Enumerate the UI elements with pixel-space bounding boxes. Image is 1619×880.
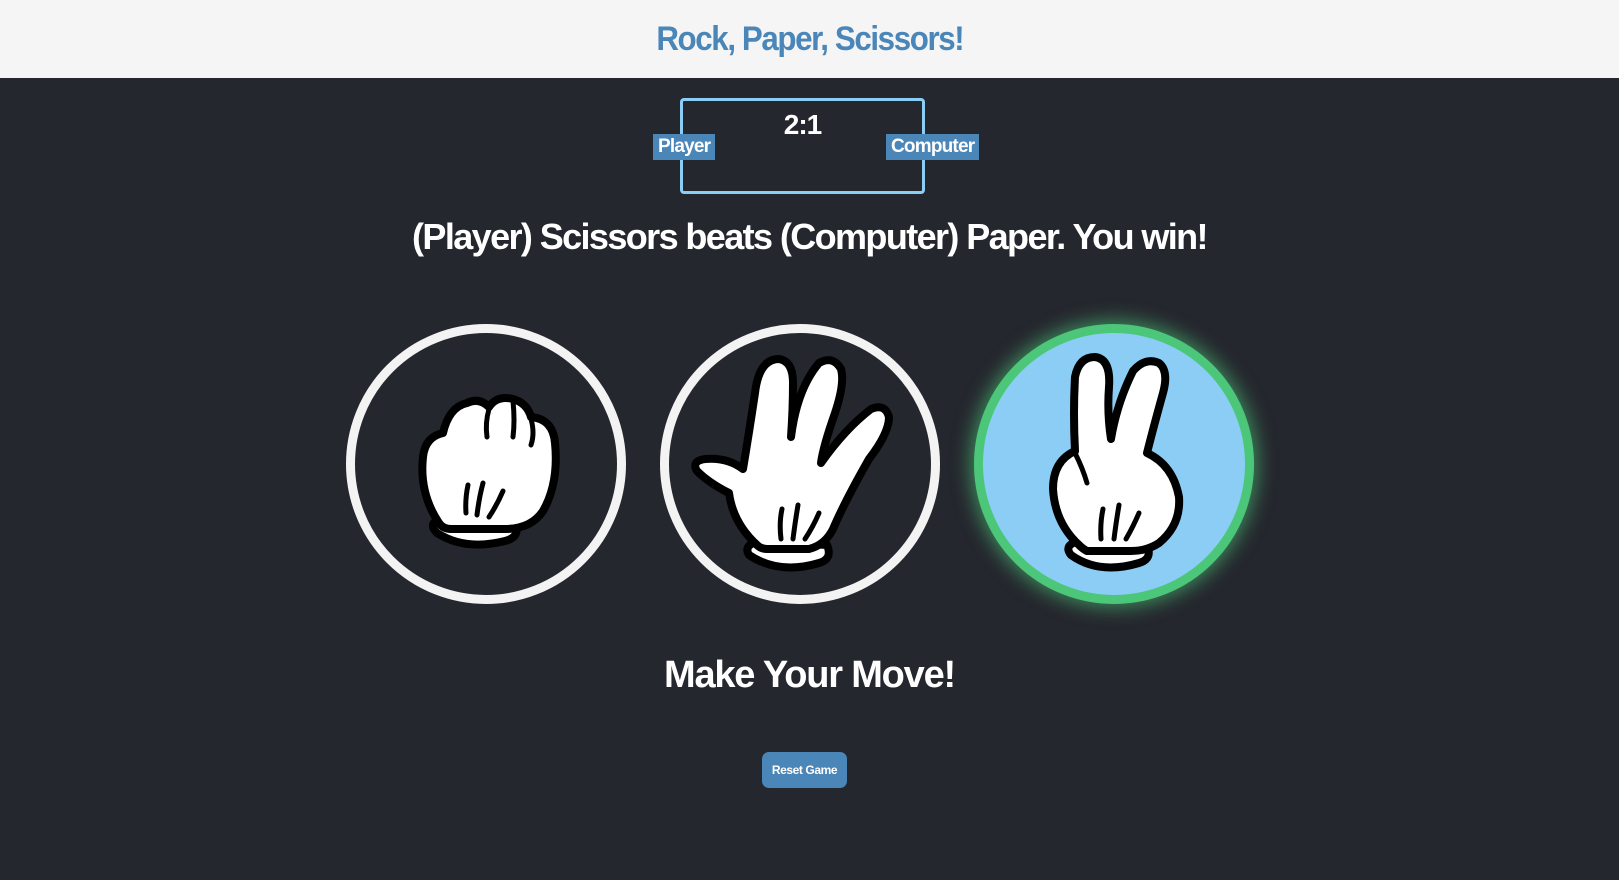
header-bar: Rock, Paper, Scissors!: [0, 0, 1619, 78]
make-move-prompt: Make Your Move!: [663, 654, 956, 696]
result-message: (Player) Scissors beats (Computer) Paper…: [412, 216, 1209, 257]
paper-choice-button[interactable]: [660, 324, 940, 604]
computer-label: Computer: [886, 134, 980, 160]
game-area: 2:1 Player Computer (Player) Scissors be…: [0, 78, 1619, 880]
page-title: Rock, Paper, Scissors!: [656, 19, 964, 58]
rock-hand-icon: [418, 394, 560, 549]
scissors-choice-button[interactable]: [974, 324, 1254, 604]
paper-hand-icon: [691, 355, 893, 572]
player-label: Player: [653, 134, 716, 160]
rock-choice-button[interactable]: [346, 324, 626, 604]
reset-game-button[interactable]: Reset Game: [762, 752, 847, 788]
scissors-hand-icon: [1049, 353, 1184, 572]
